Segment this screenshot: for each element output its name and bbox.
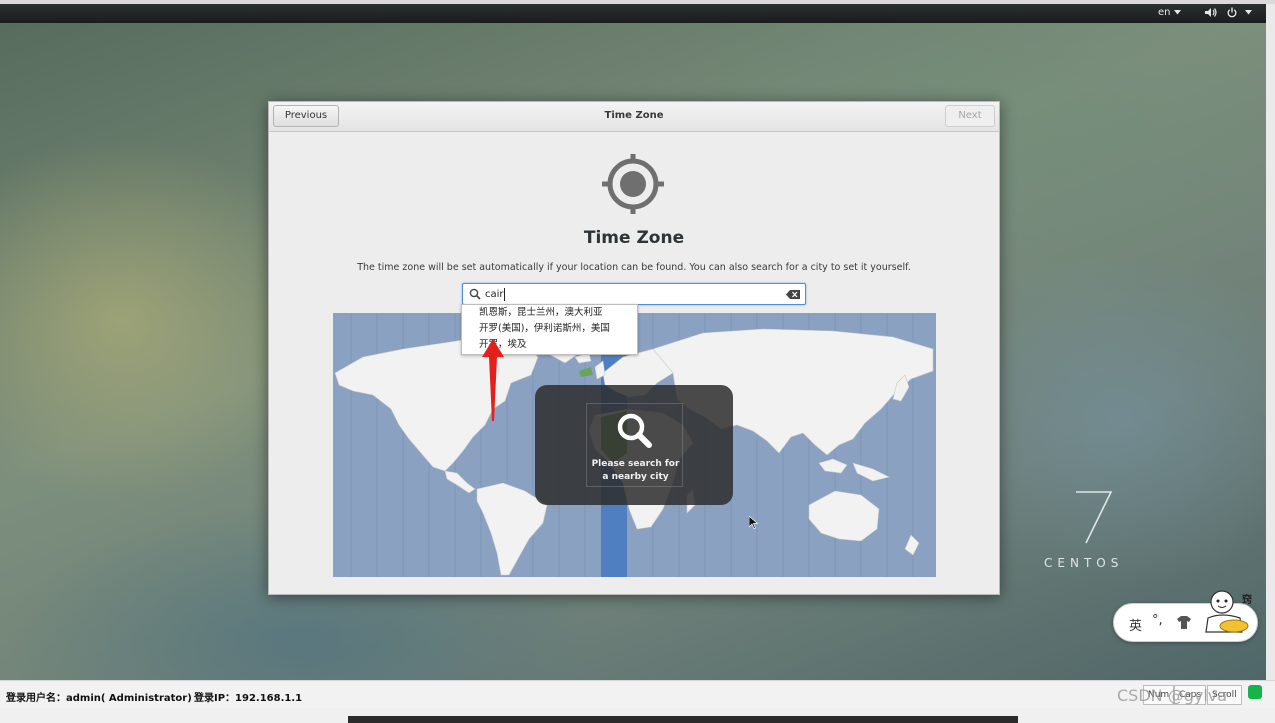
search-hint-text: Please search for a nearby city — [587, 458, 684, 484]
language-label: en — [1158, 7, 1171, 18]
clear-text-icon[interactable] — [786, 290, 800, 299]
watermark: CSDN @gylva — [1117, 686, 1228, 705]
centos-wordmark: CENTOS — [1044, 556, 1124, 570]
power-icon — [1227, 7, 1237, 18]
dialog-title: Time Zone — [604, 110, 664, 121]
azores-highlight — [579, 367, 593, 377]
window-edge — [1266, 4, 1275, 680]
suggestion-item[interactable]: 凯恩斯，昆士兰州，澳大利亚 — [462, 305, 637, 321]
ime-punctuation-toggle[interactable]: °, — [1152, 613, 1163, 628]
login-ip: 登录IP：192.168.1.1 — [194, 693, 303, 704]
city-search-input[interactable] — [485, 285, 775, 303]
search-icon — [469, 288, 481, 300]
ime-mascot-icon — [1205, 590, 1249, 633]
top-panel: en — [0, 4, 1266, 23]
text-caret — [504, 288, 505, 301]
page-heading: Time Zone — [583, 228, 685, 248]
magnifier-icon — [617, 413, 652, 448]
volume-icon — [1205, 8, 1217, 17]
annotation-arrow-icon — [482, 339, 504, 421]
dialog-header: Previous Time Zone Next — [269, 102, 999, 132]
ime-badge: 窍 — [1242, 595, 1252, 606]
next-button[interactable]: Next — [945, 105, 995, 127]
search-hint-line1: Please search for — [591, 459, 680, 469]
chat-icon[interactable] — [1248, 685, 1262, 699]
ime-language-toggle[interactable]: 英 — [1129, 615, 1142, 634]
chevron-down-icon — [1245, 10, 1252, 15]
login-user: 登录用户名：admin( Administrator) — [6, 693, 192, 704]
system-menu[interactable] — [1205, 7, 1252, 18]
centos-logo: 7 — [1076, 491, 1113, 544]
language-menu[interactable]: en — [1158, 7, 1181, 18]
taskbar-fragment — [348, 716, 1018, 723]
search-hint-line2: a nearby city — [602, 472, 669, 482]
mouse-pointer-icon — [749, 516, 758, 529]
page-description: The time zone will be set automatically … — [357, 262, 911, 273]
city-search-field[interactable] — [462, 283, 806, 305]
status-bar: 登录用户名：admin( Administrator) 登录IP：192.168… — [0, 680, 1275, 708]
search-hint-overlay: Please search for a nearby city — [535, 385, 733, 505]
suggestion-item[interactable]: 开罗(美国)，伊利诺斯州，美国 — [462, 321, 637, 337]
location-target-icon — [602, 154, 664, 214]
bottom-strip — [0, 708, 1275, 723]
shirt-icon[interactable] — [1177, 616, 1191, 629]
chevron-down-icon — [1173, 10, 1181, 15]
search-hint-box: Please search for a nearby city — [586, 403, 683, 487]
